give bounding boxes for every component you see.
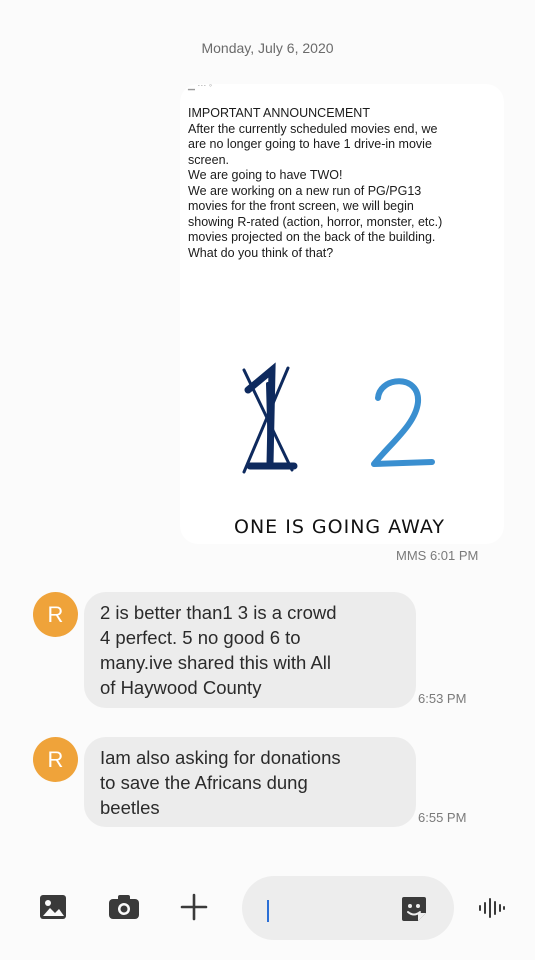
announcement-line: IMPORTANT ANNOUNCEMENT [188,106,370,120]
message-time: 6:53 PM [418,691,467,706]
message-bubble[interactable]: 2 is better than1 3 is a crowd 4 perfect… [84,592,416,708]
camera-icon [109,895,139,919]
mms-timestamp: MMS 6:01 PM [396,548,479,563]
contact-avatar[interactable]: R [33,737,78,782]
avatar-letter: R [47,601,64,627]
voice-icon [479,898,505,918]
announcement-line: screen. [188,152,229,167]
announcement-line: After the currently scheduled movies end… [188,121,438,136]
hand-drawn-two-icon [371,378,435,467]
camera-button[interactable] [106,890,142,924]
message-input[interactable] [242,876,454,940]
announcement-line: We are going to have TWO! [188,168,343,182]
announcement-line: are no longer going to have 1 drive-in m… [188,137,432,151]
message-line: of Haywood County [100,677,262,698]
date-header: Monday, July 6, 2020 [201,40,334,56]
attach-button[interactable] [176,890,212,924]
announcement-line: movies projected on the back of the buil… [188,230,436,244]
sticker-icon [402,897,426,921]
contact-avatar[interactable]: R [33,592,78,637]
announcement-line: showing R-rated (action, horror, monster… [188,214,443,229]
message-line: beetles [100,797,160,818]
plus-icon [180,893,208,921]
avatar-letter: R [47,746,64,772]
sticker-button[interactable] [398,893,430,925]
mms-image-card[interactable]: ▁ ··· ◦ IMPORTANT ANNOUNCEMENT After the… [180,84,504,544]
hand-drawn-one-icon [244,362,298,470]
announcement-line: movies for the front screen, we will beg… [188,199,414,213]
announcement-line: What do you think of that? [188,245,334,260]
message-time: 6:55 PM [418,810,467,825]
announcement-line: We are working on a new run of PG/PG13 [188,183,422,198]
message-bubble[interactable]: Iam also asking for donations to save th… [84,737,416,827]
message-line: 2 is better than1 3 is a crowd [100,602,337,623]
gallery-button[interactable] [36,890,70,924]
announcement-text: IMPORTANT ANNOUNCEMENT After the current… [188,106,500,261]
message-line: Iam also asking for donations [100,747,341,768]
message-line: many.ive shared this with All [100,652,332,673]
composer-bar [0,868,535,948]
message-line: 4 perfect. 5 no good 6 to [100,627,301,648]
voice-button[interactable] [474,892,510,924]
gallery-icon [40,895,66,919]
crossed-one-and-two-drawing [242,362,435,474]
message-line: to save the Africans dung [100,772,308,793]
sender-avatar-strip: ▁ ··· ◦ [188,84,213,90]
image-caption: ONE IS GOING AWAY [234,516,446,538]
text-cursor [267,900,269,922]
